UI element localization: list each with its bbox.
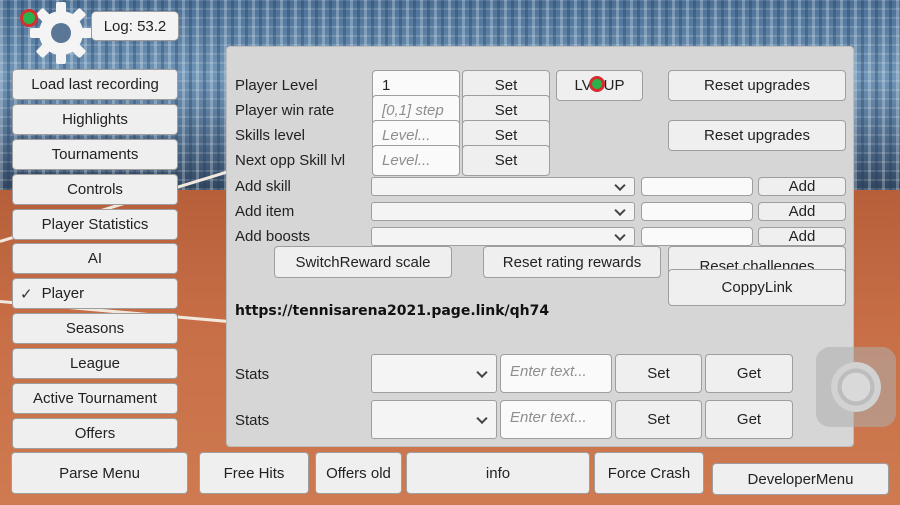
chevron-down-icon	[614, 229, 626, 241]
player-toggle[interactable]: ✓ Player	[12, 278, 178, 309]
share-link-text: https://tennisarena2021.page.link/qh74	[235, 303, 550, 319]
record-indicator-icon[interactable]	[20, 9, 38, 27]
checkmark-icon: ✓	[20, 285, 33, 303]
active-tournament-button[interactable]: Active Tournament	[12, 383, 178, 414]
stats-label: Stats	[235, 366, 270, 383]
league-button[interactable]: League	[12, 348, 178, 379]
parse-menu-button[interactable]: Parse Menu	[11, 452, 188, 494]
copy-link-button[interactable]: CoppyLink	[668, 269, 846, 306]
add-skill-label: Add skill	[235, 178, 291, 195]
add-skill-button[interactable]: Add	[758, 177, 846, 196]
stats-get-button[interactable]: Get	[705, 354, 793, 393]
next-opp-skill-input[interactable]: Level...	[372, 145, 460, 176]
chevron-down-icon	[476, 412, 488, 424]
gear-icon[interactable]	[30, 2, 92, 64]
joystick[interactable]	[816, 347, 896, 427]
skills-level-label: Skills level	[235, 127, 306, 144]
switch-reward-scale-button[interactable]: SwitchReward scale	[274, 246, 452, 278]
seasons-button[interactable]: Seasons	[12, 313, 178, 344]
highlights-button[interactable]: Highlights	[12, 104, 178, 135]
reset-upgrades-button[interactable]: Reset upgrades	[668, 70, 846, 101]
stats-dropdown[interactable]	[371, 400, 497, 439]
player-win-rate-label: Player win rate	[235, 102, 335, 119]
force-crash-button[interactable]: Force Crash	[594, 452, 704, 494]
add-boosts-amount-input[interactable]	[641, 227, 753, 246]
stats-text-input[interactable]: Enter text...	[500, 400, 612, 439]
add-boosts-label: Add boosts	[235, 228, 311, 245]
next-opp-skill-set-button[interactable]: Set	[462, 145, 550, 176]
chevron-down-icon	[614, 179, 626, 191]
reset-rating-rewards-button[interactable]: Reset rating rewards	[483, 246, 661, 278]
developer-menu-button[interactable]: DeveloperMenu	[712, 463, 889, 495]
log-label: Log: 53.2	[91, 11, 179, 41]
free-hits-button[interactable]: Free Hits	[199, 452, 309, 494]
player-panel: Player Level 1 Set LVL UP Reset upgrades…	[226, 46, 854, 447]
stats-text-input[interactable]: Enter text...	[500, 354, 612, 393]
ai-button[interactable]: AI	[12, 243, 178, 274]
stats-set-button[interactable]: Set	[615, 400, 702, 439]
next-opp-skill-label: Next opp Skill lvl	[235, 152, 346, 169]
stats-dropdown[interactable]	[371, 354, 497, 393]
reset-upgrades-button-2[interactable]: Reset upgrades	[668, 120, 846, 151]
add-item-amount-input[interactable]	[641, 202, 753, 221]
offers-button[interactable]: Offers	[12, 418, 178, 449]
chevron-down-icon	[476, 366, 488, 378]
player-statistics-button[interactable]: Player Statistics	[12, 209, 178, 240]
add-boosts-dropdown[interactable]	[371, 227, 635, 246]
tournaments-button[interactable]: Tournaments	[12, 139, 178, 170]
player-level-label: Player Level	[235, 77, 318, 94]
offers-old-button[interactable]: Offers old	[315, 452, 402, 494]
add-item-dropdown[interactable]	[371, 202, 635, 221]
stats-get-button[interactable]: Get	[705, 400, 793, 439]
joystick-knob-icon[interactable]	[831, 362, 881, 412]
add-skill-amount-input[interactable]	[641, 177, 753, 196]
chevron-down-icon	[614, 204, 626, 216]
info-button[interactable]: info	[406, 452, 590, 494]
cursor-indicator-icon	[589, 76, 605, 92]
player-toggle-label: Player	[41, 285, 85, 302]
load-last-recording-button[interactable]: Load last recording	[12, 69, 178, 100]
add-boosts-button[interactable]: Add	[758, 227, 846, 246]
add-item-label: Add item	[235, 203, 295, 220]
stats-set-button[interactable]: Set	[615, 354, 702, 393]
stats-label: Stats	[235, 412, 270, 429]
add-skill-dropdown[interactable]	[371, 177, 635, 196]
add-item-button[interactable]: Add	[758, 202, 846, 221]
controls-button[interactable]: Controls	[12, 174, 178, 205]
